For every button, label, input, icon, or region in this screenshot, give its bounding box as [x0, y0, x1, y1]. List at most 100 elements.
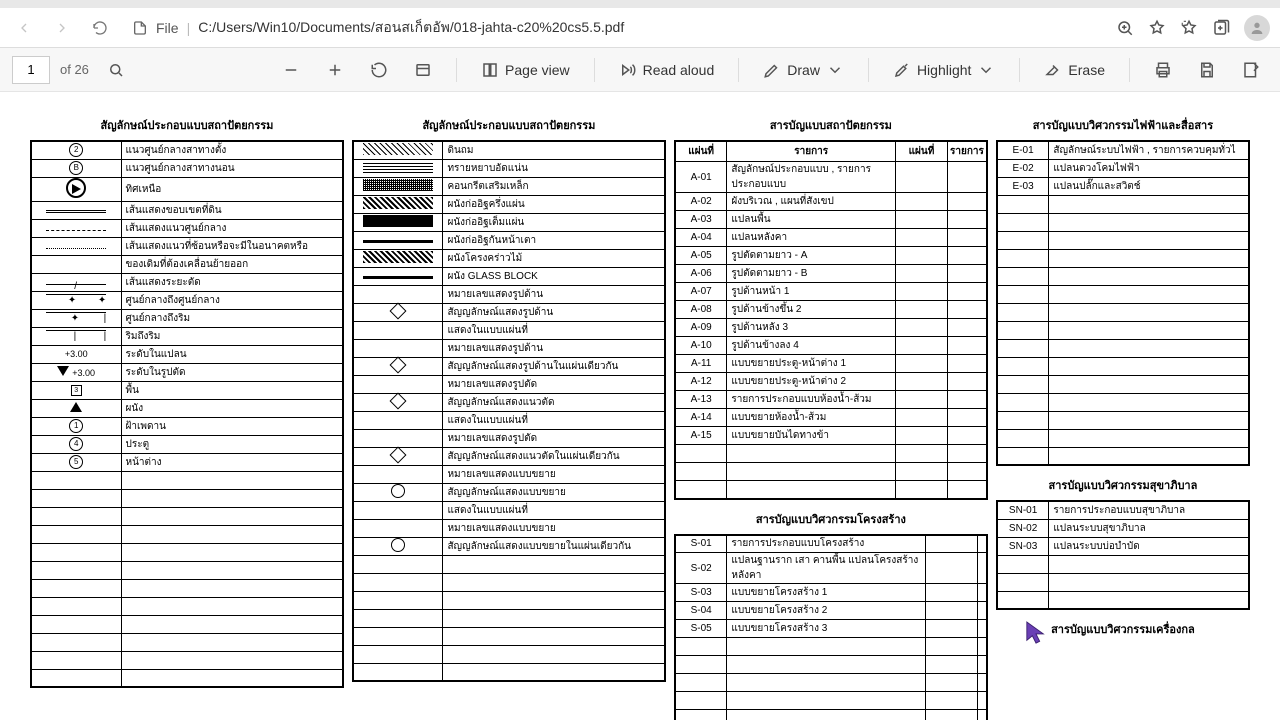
index-table-arch: แผ่นที่รายการแผ่นที่รายการA-01สัญลักษณ์ป…	[674, 140, 988, 500]
read-aloud-button[interactable]: Read aloud	[611, 57, 723, 83]
highlight-button[interactable]: Highlight	[885, 57, 1003, 83]
table-row	[675, 463, 987, 481]
table-row: หมายเลขแสดงแบบขยาย	[353, 519, 665, 537]
table-row: A-09รูปด้านหลัง 3	[675, 319, 987, 337]
pdf-page: สัญลักษณ์ประกอบแบบสถาปัตยกรรม 2แนวศูนย์ก…	[0, 92, 1280, 720]
table-row	[31, 633, 343, 651]
table-row: A-15แบบขยายบันไดทางข้า	[675, 427, 987, 445]
table-row: SN-02แปลนระบบสุขาภิบาล	[997, 519, 1249, 537]
table-row	[675, 445, 987, 463]
zoom-out-button[interactable]	[274, 57, 308, 83]
table-row: A-02ผังบริเวณ , แผนที่สังเขป	[675, 193, 987, 211]
table-row: A-04แปลนหลังคา	[675, 229, 987, 247]
section-title: สัญลักษณ์ประกอบแบบสถาปัตยกรรม	[352, 116, 666, 134]
table-row	[31, 669, 343, 687]
table-row: A-01สัญลักษณ์ประกอบแบบ , รายการประกอบแบบ	[675, 162, 987, 193]
symbol-table-1: 2แนวศูนย์กลางสาทางตั้งBแนวศูนย์กลางสาทาง…	[30, 140, 344, 688]
symbol-table-2: ดินถมทรายหยาบอัดแน่นคอนกรีตเสริมเหล็กผนั…	[352, 140, 666, 682]
table-row: +3.00ระดับในแปลน	[31, 345, 343, 363]
table-row: A-13รายการประกอบแบบห้องน้ำ-ส้วม	[675, 391, 987, 409]
print-button[interactable]	[1146, 57, 1180, 83]
table-row	[997, 393, 1249, 411]
table-row	[997, 339, 1249, 357]
table-row: S-01รายการประกอบแบบโครงสร้าง	[675, 535, 987, 553]
table-row: E-01สัญลักษณ์ระบบไฟฟ้า , รายการควบคุมทั่…	[997, 141, 1249, 159]
pdf-toolbar: of 26 Page view Read aloud Draw Highligh…	[0, 48, 1280, 92]
table-row	[31, 525, 343, 543]
table-row: หมายเลขแสดงแบบขยาย	[353, 465, 665, 483]
table-row	[353, 573, 665, 591]
table-row	[997, 573, 1249, 591]
table-row	[997, 429, 1249, 447]
table-row	[997, 213, 1249, 231]
section-title: สารบัญแบบวิศวกรรมไฟฟ้าและสื่อสาร	[996, 116, 1250, 134]
table-row	[675, 710, 987, 720]
page-number-input[interactable]	[12, 56, 50, 84]
pdf-viewport[interactable]: สัญลักษณ์ประกอบแบบสถาปัตยกรรม 2แนวศูนย์ก…	[0, 92, 1280, 720]
favorites-bar-icon[interactable]	[1180, 19, 1198, 37]
index-table-struct: S-01รายการประกอบแบบโครงสร้างS-02แปลนฐานร…	[674, 534, 988, 720]
table-row: A-08รูปด้านข้างขึ้น 2	[675, 301, 987, 319]
fit-page-button[interactable]	[406, 57, 440, 83]
save-button[interactable]	[1190, 57, 1224, 83]
page-view-button[interactable]: Page view	[473, 57, 578, 83]
table-row	[31, 615, 343, 633]
table-row: เส้นแสดงขอบเขตที่ดิน	[31, 201, 343, 219]
table-row: ผนังโครงคร่าวไม้	[353, 249, 665, 267]
table-row: สัญญลักษณ์แสดงแนวตัด	[353, 393, 665, 411]
table-row: Bแนวศูนย์กลางสาทางนอน	[31, 159, 343, 177]
file-icon	[132, 20, 148, 36]
table-row: ✦✦ศูนย์กลางถึงศูนย์กลาง	[31, 291, 343, 309]
page-count: of 26	[60, 62, 89, 77]
draw-button[interactable]: Draw	[755, 57, 852, 83]
favorite-icon[interactable]	[1148, 19, 1166, 37]
table-row: A-10รูปด้านข้างลง 4	[675, 337, 987, 355]
table-row: 2แนวศูนย์กลางสาทางตั้ง	[31, 141, 343, 159]
profile-avatar[interactable]	[1244, 15, 1270, 41]
table-row	[31, 471, 343, 489]
table-row	[997, 303, 1249, 321]
table-row	[353, 627, 665, 645]
table-row: สัญญลักษณ์แสดงแบบขยายในแผ่นเดียวกัน	[353, 537, 665, 555]
table-row	[31, 543, 343, 561]
table-row: E-03แปลนปลั๊กและสวิตช์	[997, 177, 1249, 195]
erase-button[interactable]: Erase	[1036, 57, 1113, 83]
table-row	[997, 357, 1249, 375]
table-row: S-02แปลนฐานราก เสา คานพื้น แปลนโครงสร้าง…	[675, 553, 987, 584]
table-row: S-04แบบขยายโครงสร้าง 2	[675, 602, 987, 620]
table-row	[353, 591, 665, 609]
table-row: SN-03แปลนระบบบ่อบำบัด	[997, 537, 1249, 555]
table-row	[997, 375, 1249, 393]
table-row	[31, 561, 343, 579]
zoom-in-button[interactable]	[318, 57, 352, 83]
table-row: ดินถม	[353, 141, 665, 159]
rotate-button[interactable]	[362, 57, 396, 83]
table-row: ทรายหยาบอัดแน่น	[353, 159, 665, 177]
table-row: สัญญลักษณ์แสดงแนวตัดในแผ่นเดียวกัน	[353, 447, 665, 465]
table-row	[675, 692, 987, 710]
table-row: ผนังก่ออิฐเต็มแผ่น	[353, 213, 665, 231]
index-table-elec: E-01สัญลักษณ์ระบบไฟฟ้า , รายการควบคุมทั่…	[996, 140, 1250, 466]
section-title: สารบัญแบบวิศวกรรมโครงสร้าง	[674, 510, 988, 528]
url-box[interactable]: File | C:/Users/Win10/Documents/สอนสเก็ต…	[124, 12, 1106, 44]
back-button[interactable]	[10, 14, 38, 42]
collections-icon[interactable]	[1212, 19, 1230, 37]
table-row: ผนังก่ออิฐกันหน้าเตา	[353, 231, 665, 249]
table-row: แสดงในแบบแผ่นที่	[353, 411, 665, 429]
table-row	[997, 231, 1249, 249]
find-button[interactable]	[99, 57, 133, 83]
section-title: สารบัญแบบสถาปัตยกรรม	[674, 116, 988, 134]
table-row	[997, 321, 1249, 339]
annotate-button[interactable]	[1234, 57, 1268, 83]
index-table-sanit: SN-01รายการประกอบแบบสุขาภิบาลSN-02แปลนระ…	[996, 500, 1250, 610]
table-row	[353, 555, 665, 573]
refresh-button[interactable]	[86, 14, 114, 42]
forward-button[interactable]	[48, 14, 76, 42]
table-row	[31, 507, 343, 525]
table-row: หมายเลขแสดงรูปด้าน	[353, 285, 665, 303]
zoom-icon[interactable]	[1116, 19, 1134, 37]
table-row: A-12แบบขยายประตู-หน้าต่าง 2	[675, 373, 987, 391]
address-bar: File | C:/Users/Win10/Documents/สอนสเก็ต…	[0, 8, 1280, 48]
table-row	[31, 579, 343, 597]
table-row	[997, 195, 1249, 213]
